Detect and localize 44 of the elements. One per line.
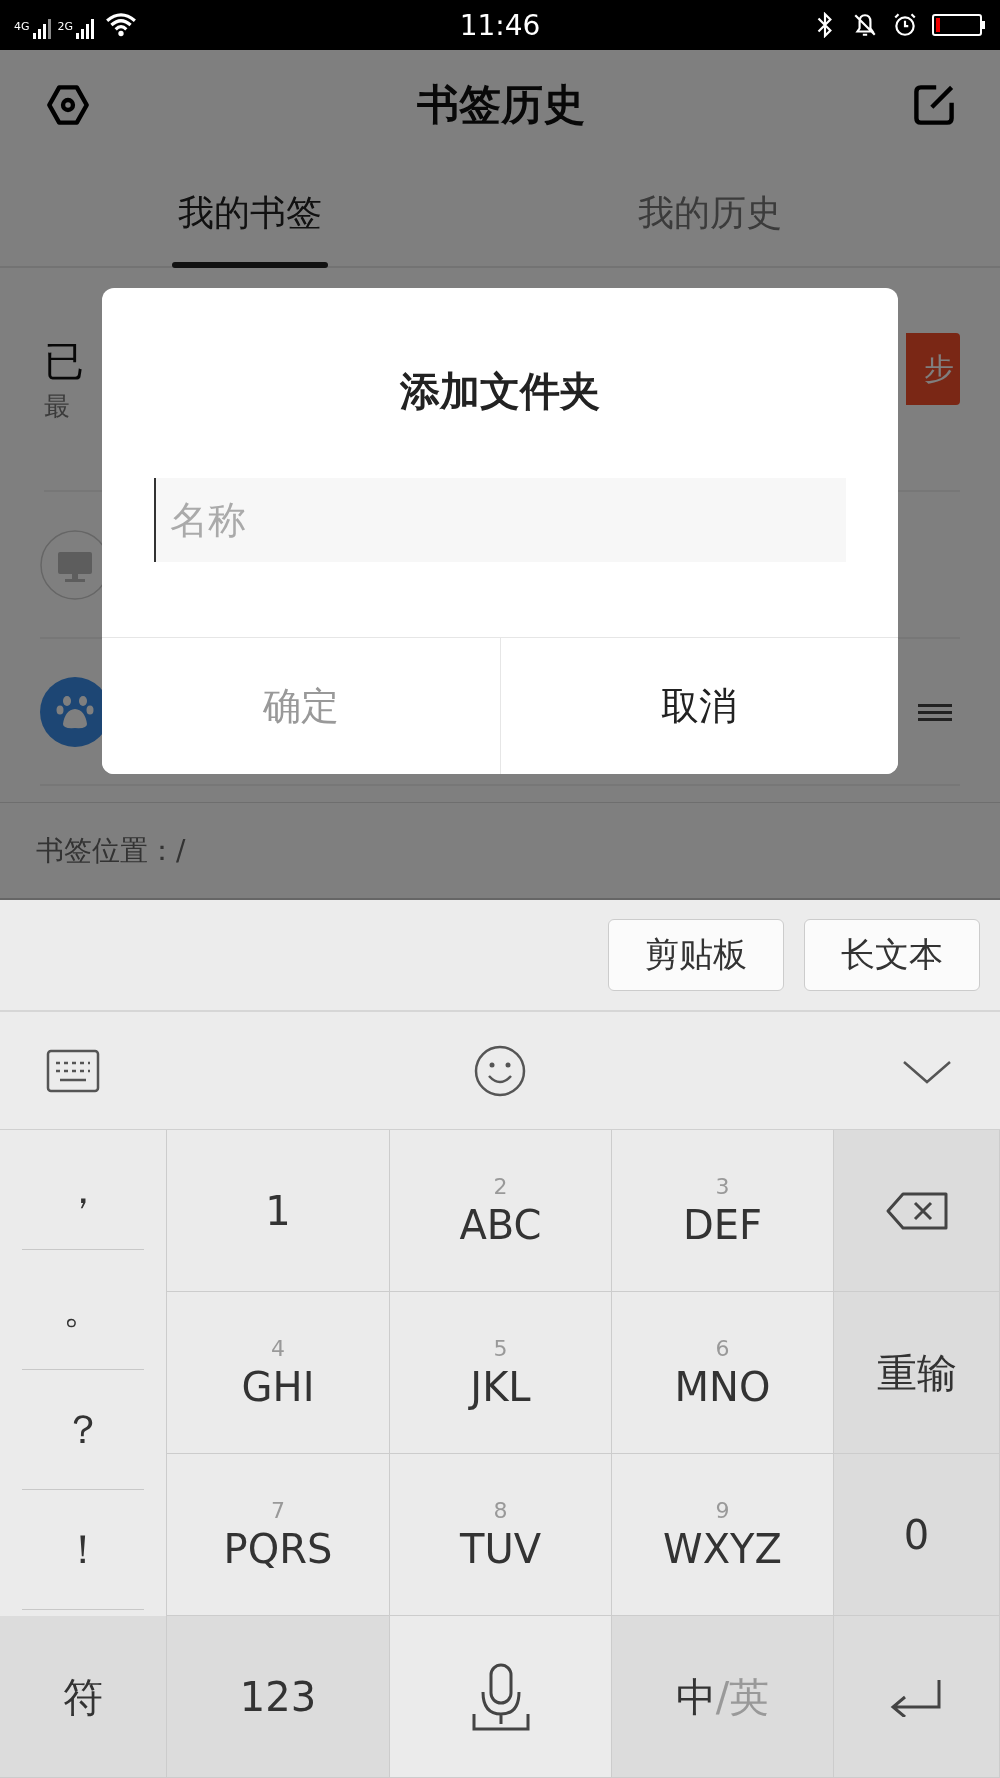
keyboard-tool-button[interactable]: 剪贴板	[608, 919, 784, 991]
tab[interactable]: 我的书签	[0, 160, 500, 266]
network-label: 2G	[57, 20, 74, 33]
keyboard-key[interactable]: 123	[167, 1616, 390, 1778]
keyboard-key[interactable]: 4 GHI	[167, 1292, 390, 1454]
keyboard-key[interactable]: 5 JKL	[390, 1292, 612, 1454]
keyboard-key[interactable]: 7 PQRS	[167, 1454, 390, 1616]
page-title: 书签历史	[417, 79, 585, 131]
drag-handle-icon[interactable]	[918, 701, 952, 722]
keyboard-tool-button[interactable]: 长文本	[804, 919, 980, 991]
edit-icon[interactable]	[912, 83, 956, 127]
alarm-icon	[892, 12, 918, 38]
cancel-button[interactable]: 取消	[499, 638, 898, 774]
account-title: 已	[44, 337, 84, 386]
settings-icon[interactable]	[46, 83, 90, 127]
bookmark-location: 书签位置：/	[36, 832, 186, 869]
name-input-field[interactable]: 名称	[154, 478, 846, 562]
keyboard-key[interactable]: 2 ABC	[390, 1130, 612, 1292]
microphone-icon	[470, 1661, 531, 1732]
wifi-icon	[105, 12, 138, 38]
signal-icon	[31, 18, 52, 40]
signal-icon	[75, 18, 96, 40]
network-label: 4G	[14, 20, 30, 33]
keyboard-key[interactable]: 8 TUV	[390, 1454, 612, 1616]
language-key[interactable]: 中/英	[612, 1616, 834, 1778]
keyboard-key[interactable]: 符	[0, 1616, 167, 1778]
keyboard-key[interactable]: 1	[167, 1130, 390, 1292]
battery-icon	[932, 13, 986, 37]
punctuation-key[interactable]: ？	[22, 1370, 144, 1490]
punctuation-key[interactable]: 。	[22, 1250, 144, 1370]
status-time: 11:46	[459, 8, 541, 42]
emoji-icon[interactable]	[473, 1043, 527, 1098]
keyboard-key[interactable]: 0	[834, 1454, 1000, 1616]
dialog-title: 添加文件夹	[399, 367, 601, 416]
muted-bell-icon	[852, 12, 878, 38]
keyboard-key[interactable]: 6 MNO	[612, 1292, 834, 1454]
keyboard-icon[interactable]	[46, 1047, 100, 1094]
punctuation-key[interactable]: ！	[22, 1490, 144, 1610]
punctuation-key[interactable]: ，	[22, 1130, 144, 1250]
account-subtitle: 最	[44, 390, 71, 423]
keyboard-key[interactable]: 重输	[834, 1292, 1000, 1454]
keyboard-key[interactable]: 3 DEF	[612, 1130, 834, 1292]
keyboard-key[interactable]: 9 WXYZ	[612, 1454, 834, 1616]
backspace-icon	[884, 1190, 949, 1231]
